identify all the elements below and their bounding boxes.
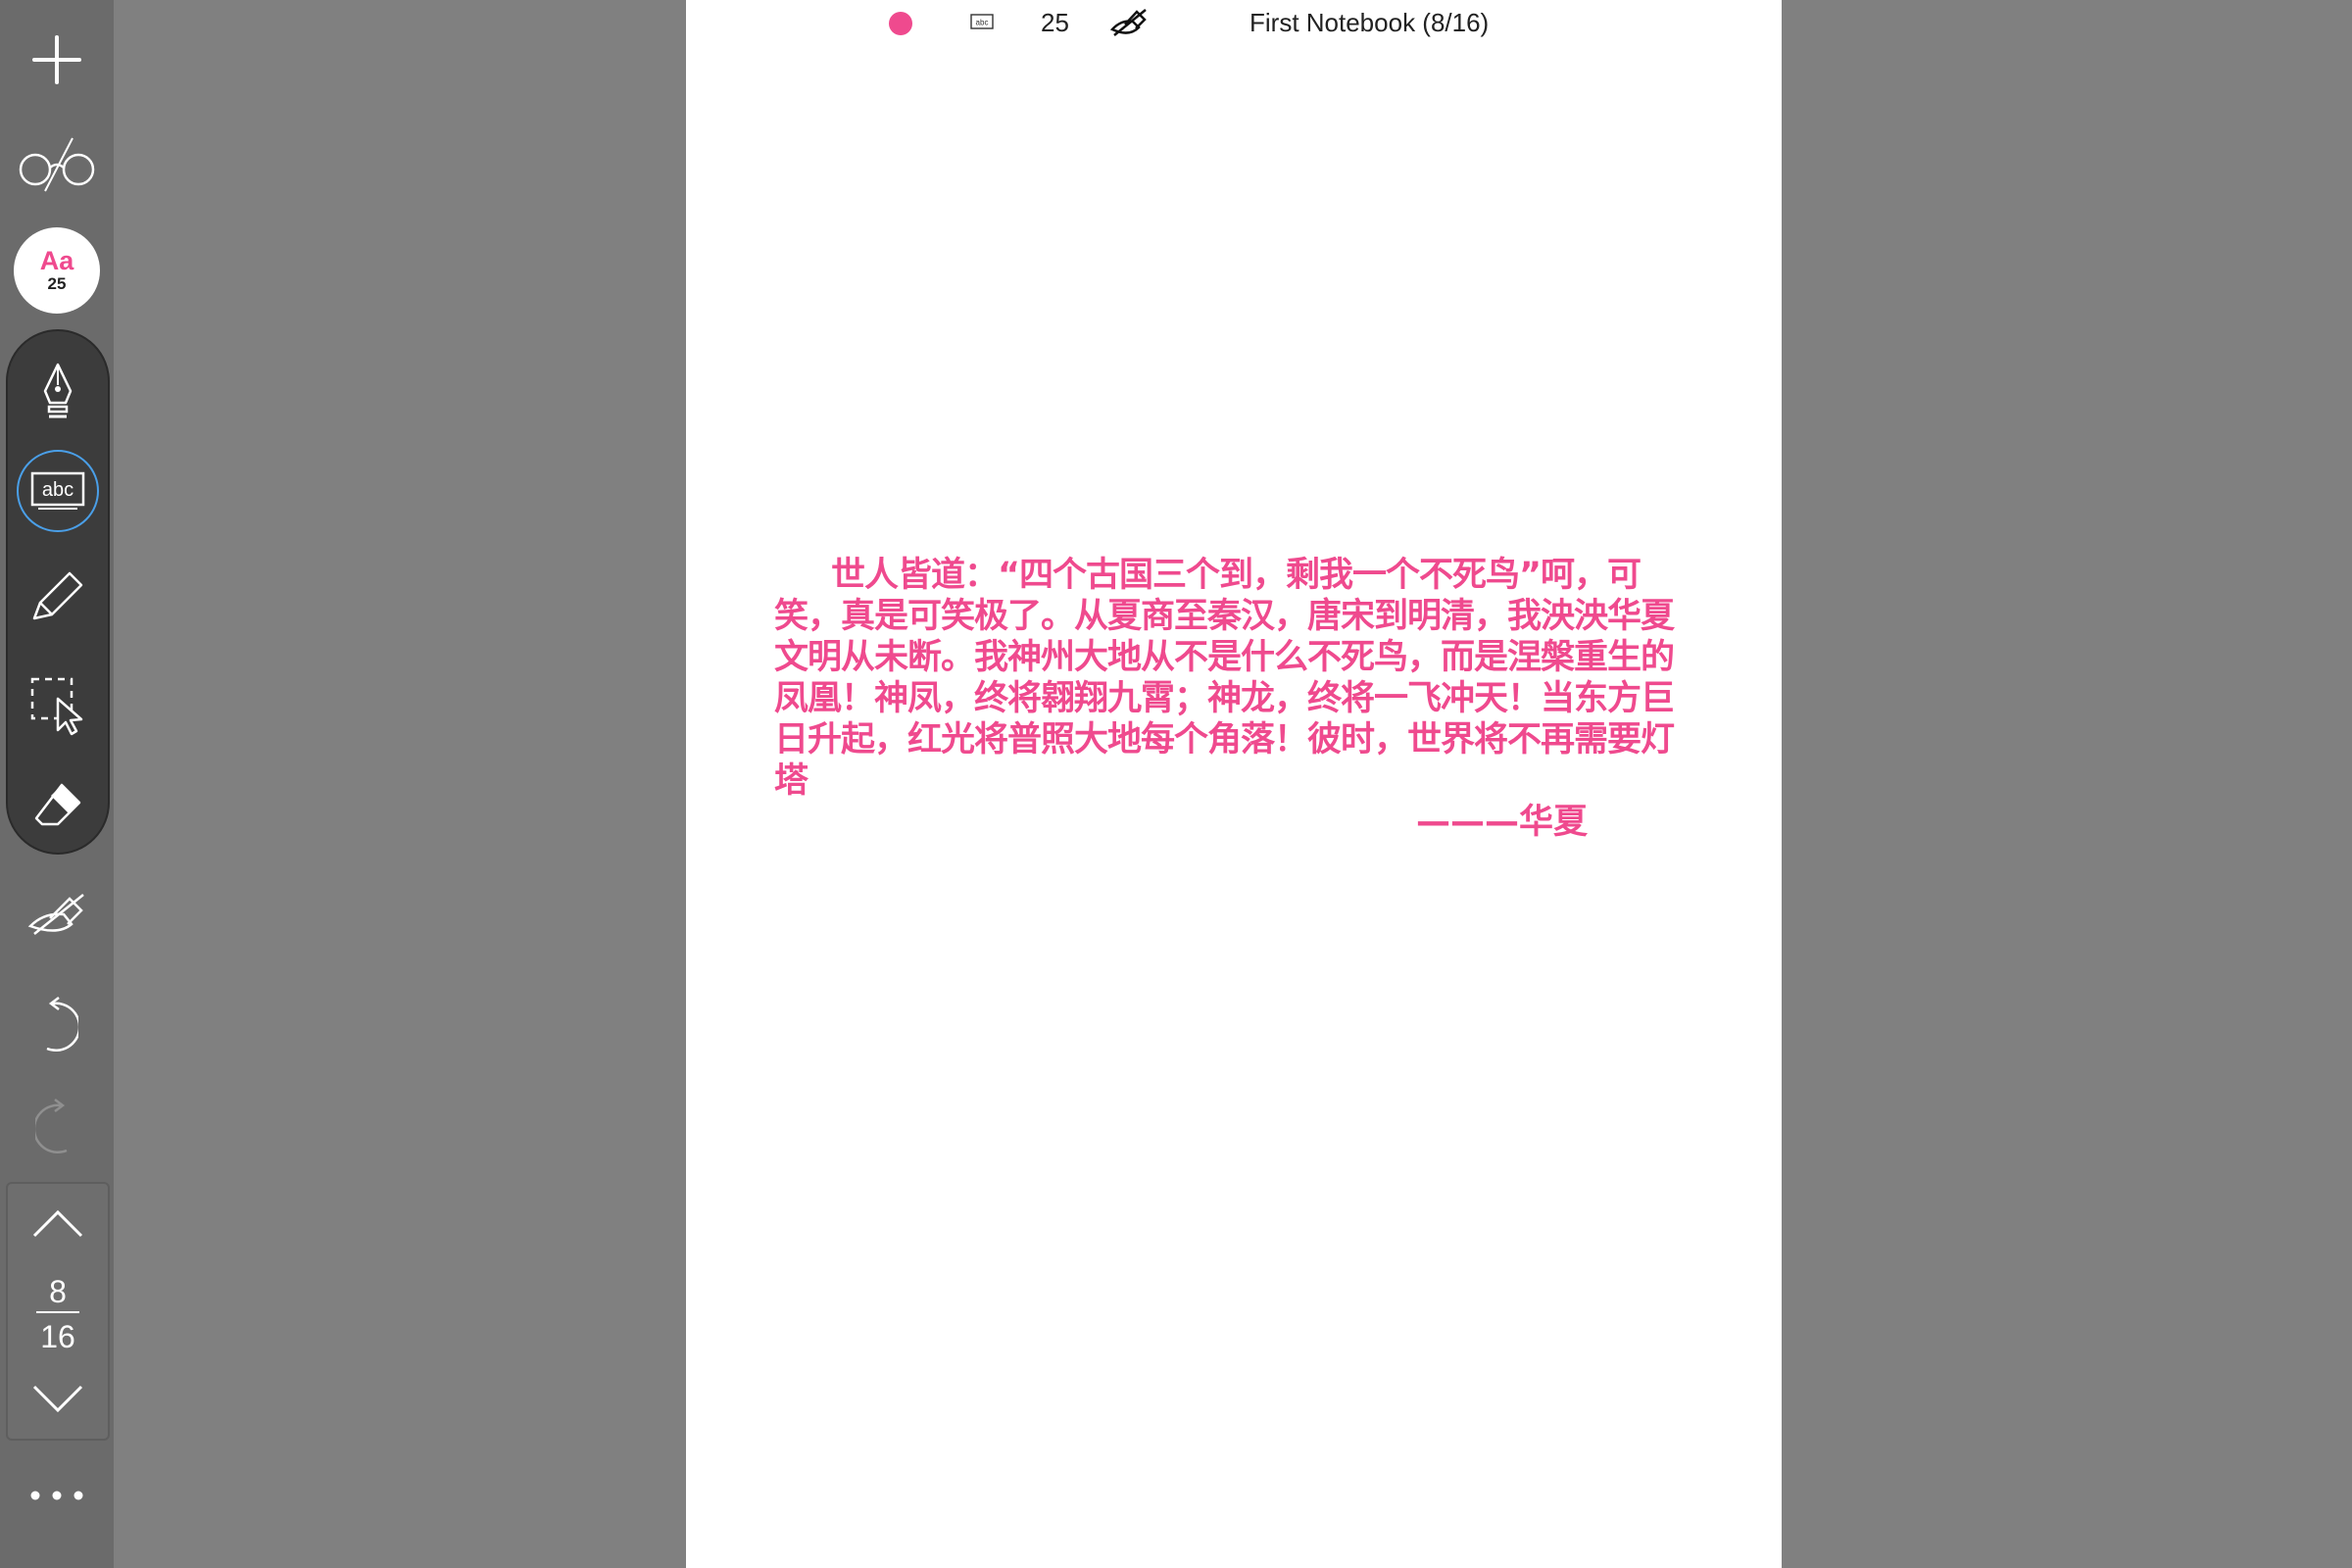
active-tool-ring: abc: [17, 450, 99, 532]
page-navigator: 8 16: [6, 1182, 110, 1441]
current-page: 8: [49, 1274, 67, 1309]
lasso-select-icon: [30, 677, 83, 736]
text-box-icon: abc: [970, 14, 994, 29]
eraser-tool-button[interactable]: [8, 762, 108, 847]
text-paragraph[interactable]: 世人皆道：“四个古国三个到，剩我一个不死鸟”呵，可笑，真是可笑极了。从夏商至秦汉…: [774, 555, 1676, 802]
page-up-button[interactable]: [8, 1200, 108, 1249]
add-page-button[interactable]: [0, 25, 114, 94]
plus-icon: [32, 35, 81, 84]
chevron-down-icon: [32, 1385, 83, 1413]
highlighter-icon: [32, 571, 83, 620]
svg-text:abc: abc: [976, 19, 989, 27]
chevron-up-icon: [32, 1209, 83, 1238]
tool-group: abc: [6, 329, 110, 855]
total-pages: 16: [40, 1319, 75, 1354]
notebook-title: First Notebook (8/16): [1250, 8, 1490, 37]
abc-text-icon: abc: [30, 471, 85, 510]
notebook-page[interactable]: abc 25 First Notebook (8/16) 世人皆道：“四个古国三…: [686, 0, 1782, 1568]
redo-icon: [35, 1099, 68, 1154]
hide-ink-icon: [27, 894, 84, 935]
abc-label: abc: [42, 479, 74, 501]
undo-button[interactable]: [0, 986, 114, 1064]
page-divider: [36, 1311, 79, 1313]
app-window: Aa 25 abc 8 16 abc 25 First Notebook (8/…: [0, 0, 2352, 1568]
read-mode-button[interactable]: [0, 129, 114, 198]
fountain-pen-icon: [43, 363, 73, 418]
eraser-icon: [34, 783, 81, 826]
highlighter-tool-button[interactable]: [8, 553, 108, 641]
text-tool-button[interactable]: abc: [8, 447, 108, 535]
current-color-indicator: [889, 12, 912, 35]
glasses-icon: [19, 137, 95, 192]
font-label: Aa: [39, 246, 74, 275]
text-signature[interactable]: ———华夏: [1416, 802, 1588, 843]
hide-pen-icon: [1109, 9, 1147, 36]
left-toolbar: Aa 25 abc 8 16: [0, 0, 114, 1568]
select-tool-button[interactable]: [8, 659, 108, 753]
font-size-value: 25: [47, 274, 67, 293]
page-down-button[interactable]: [8, 1374, 108, 1423]
redo-button[interactable]: [0, 1088, 114, 1166]
hide-ink-button[interactable]: [0, 876, 114, 951]
font-size-button[interactable]: Aa 25: [14, 227, 100, 314]
status-bar: abc 25 First Notebook (8/16): [686, 0, 1782, 47]
pen-tool-button[interactable]: [8, 349, 108, 433]
status-font-size: 25: [1041, 8, 1069, 37]
more-icon: [30, 1491, 83, 1500]
more-button[interactable]: [0, 1476, 114, 1515]
undo-icon: [46, 997, 78, 1053]
